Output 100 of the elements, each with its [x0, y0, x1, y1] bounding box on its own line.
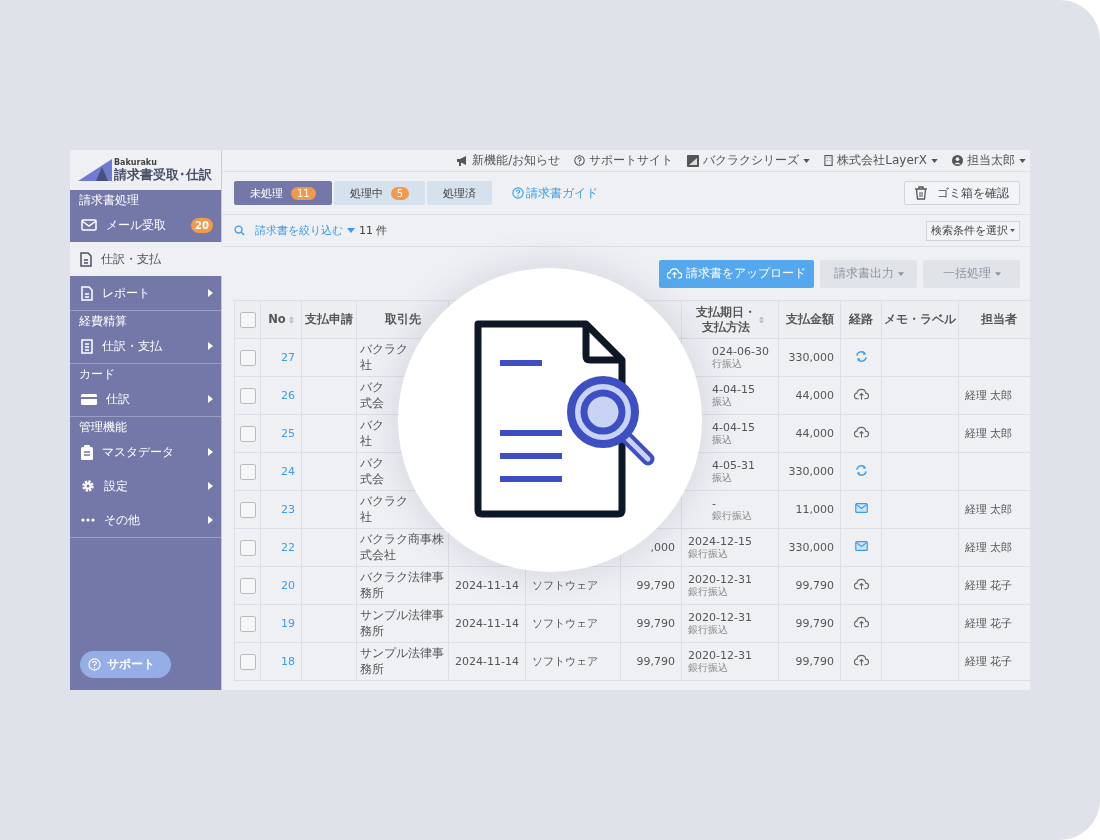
filter-link[interactable]: 請求書を絞り込む	[255, 223, 343, 238]
select-all-checkbox[interactable]	[239, 311, 256, 328]
invoice-number-link[interactable]: 25	[281, 427, 295, 440]
sidebar-item[interactable]: 仕訳・支払	[70, 242, 222, 276]
payment-method: 振込	[712, 434, 733, 447]
row-checkbox[interactable]	[239, 577, 256, 594]
due-date: 2020-12-31	[688, 648, 753, 663]
vendor-name: バク 社	[360, 417, 385, 450]
sidebar-item[interactable]: 設定	[70, 469, 221, 503]
column-header[interactable]: No	[268, 312, 286, 327]
invoice-number-link[interactable]: 24	[281, 465, 295, 478]
tab[interactable]: 未処理 11	[234, 181, 332, 205]
support-button[interactable]: サポート	[80, 651, 171, 678]
invoice-number-link[interactable]: 26	[281, 389, 295, 402]
header-link[interactable]: バクラクシリーズ	[687, 152, 811, 169]
tab[interactable]: 処理済	[427, 181, 493, 205]
guide-link[interactable]: 請求書ガイド	[512, 184, 599, 202]
due-date: 4-04-15	[712, 420, 756, 435]
sidebar-item[interactable]: 仕訳	[70, 382, 221, 416]
caret-icon	[1010, 229, 1015, 232]
payment-method: 銀行振込	[712, 510, 753, 523]
invoice-number-link[interactable]: 20	[281, 579, 295, 592]
sidebar-item[interactable]: その他	[70, 503, 221, 537]
row-checkbox[interactable]	[239, 653, 256, 670]
caret-icon	[347, 228, 355, 233]
header-link[interactable]: 担当太郎	[952, 152, 1026, 169]
cloud-upload-icon	[853, 616, 869, 628]
row-checkbox[interactable]	[239, 615, 256, 632]
invoice-number-link[interactable]: 27	[281, 351, 295, 364]
more-icon	[81, 518, 95, 522]
sidebar-item[interactable]: マスタデータ	[70, 435, 221, 469]
column-header[interactable]: 担当者	[980, 312, 1017, 327]
cloud-upload-icon	[853, 578, 869, 590]
trash-button[interactable]: ゴミ箱を確認	[904, 181, 1020, 205]
brand-name: Bakuraku	[114, 158, 158, 167]
receipt-icon	[81, 338, 93, 354]
due-date: 2020-12-31	[688, 572, 753, 587]
upload-icon	[667, 268, 682, 279]
product-title: 請求書受取･仕訳	[114, 168, 212, 182]
row-checkbox[interactable]	[239, 387, 256, 404]
invoice-number-link[interactable]: 23	[281, 503, 295, 516]
action-button[interactable]: 請求書をアップロード	[659, 259, 814, 288]
mail-icon	[854, 541, 868, 551]
sidebar-item[interactable]: メール受取 20	[70, 208, 221, 242]
invoice-number-link[interactable]: 22	[281, 541, 295, 554]
sync-icon	[854, 349, 868, 363]
amount-text: ,000	[650, 541, 675, 554]
header-link[interactable]: 新機能/お知らせ	[456, 152, 561, 169]
vendor-name: バク 式会	[360, 379, 385, 412]
logo-icon	[78, 159, 112, 181]
tab[interactable]: 処理中 5	[333, 181, 426, 205]
payment-amount: 11,000	[795, 503, 834, 516]
help-icon	[88, 658, 101, 671]
megaphone-icon	[456, 155, 469, 166]
row-checkbox[interactable]	[239, 539, 256, 556]
conditions-dropdown[interactable]: 検索条件を選択	[926, 220, 1020, 241]
assignee-name: 経理 太郎	[965, 541, 1013, 554]
building-icon	[824, 155, 834, 166]
payment-method: 銀行振込	[688, 662, 729, 675]
help-icon	[512, 187, 525, 199]
vendor-name: サンプル法律事 務所	[360, 645, 445, 678]
count-badge: 11	[291, 186, 316, 200]
row-checkbox[interactable]	[239, 349, 256, 366]
column-header[interactable]: 取引先	[384, 312, 421, 327]
payment-method: 振込	[712, 396, 733, 409]
payment-amount: 44,000	[795, 389, 834, 402]
vendor-name: バク 式会	[360, 455, 385, 488]
section-header: 請求書処理	[79, 193, 139, 207]
header-link[interactable]: サポートサイト	[574, 152, 674, 169]
due-date: -	[712, 496, 717, 511]
cloud-upload-icon	[853, 654, 869, 666]
card-icon	[81, 393, 97, 405]
row-checkbox[interactable]	[239, 501, 256, 518]
due-date: 4-04-15	[712, 382, 756, 397]
sidebar-item[interactable]: レポート	[70, 276, 221, 310]
payment-amount: 330,000	[788, 351, 834, 364]
vendor-name: バクラク法律事 務所	[360, 569, 445, 602]
due-date: 024-06-30	[712, 344, 770, 359]
due-date: 2024-12-15	[688, 534, 753, 549]
payment-method: 銀行振込	[688, 548, 729, 561]
sidebar-item[interactable]: 仕訳・支払	[70, 329, 221, 363]
cloud-upload-icon	[853, 426, 869, 438]
trash-icon	[915, 186, 927, 200]
amount-text: 99,790	[636, 655, 675, 668]
row-checkbox[interactable]	[239, 463, 256, 480]
sync-icon	[854, 463, 868, 477]
vendor-name: サンプル法律事 務所	[360, 607, 445, 640]
assignee-name: 経理 太郎	[965, 503, 1013, 516]
header-link[interactable]: 株式会社LayerX	[824, 152, 938, 169]
count-badge: 20	[191, 217, 213, 233]
amount-text: 99,790	[636, 617, 675, 630]
user-icon	[952, 155, 963, 166]
row-checkbox[interactable]	[239, 425, 256, 442]
payment-amount: 99,790	[795, 579, 834, 592]
invoice-number-link[interactable]: 18	[281, 655, 295, 668]
due-date: 4-05-31	[712, 458, 756, 473]
invoice-number-link[interactable]: 19	[281, 617, 295, 630]
vendor-name: バクラク 社	[360, 341, 409, 374]
settings-icon	[81, 479, 95, 493]
assignee-name: 経理 花子	[965, 579, 1013, 592]
